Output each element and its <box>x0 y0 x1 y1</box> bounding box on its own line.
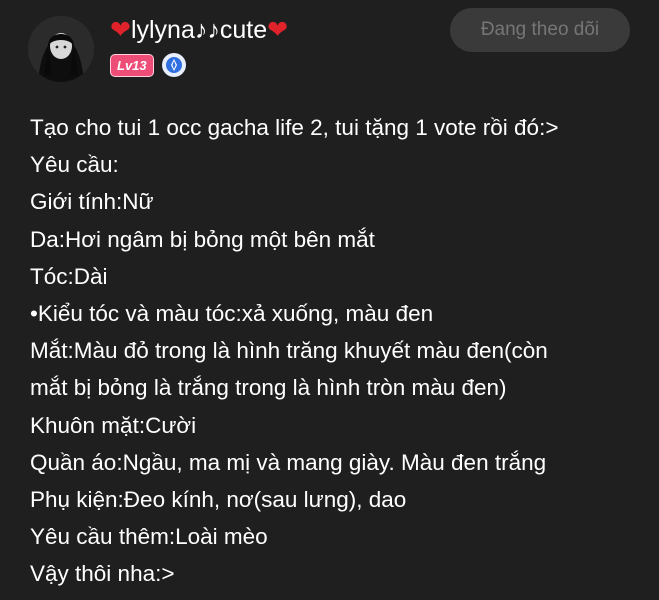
post-line: Yêu cầu thêm:Loài mèo <box>30 524 268 550</box>
username-text: lylyna♪♪cute <box>130 16 268 44</box>
post-line: Yêu cầu: <box>30 152 119 178</box>
post-line: Giới tính:Nữ <box>30 189 154 215</box>
post-line: Vậy thôi nha:> <box>30 561 175 587</box>
level-badge: Lv13 <box>110 53 154 77</box>
post-line: Khuôn mặt:Cười <box>30 412 197 438</box>
following-button[interactable]: Đang theo dõi <box>450 8 630 52</box>
post-body: Tạo cho tui 1 occ gacha life 2, tui tặng… <box>30 109 650 593</box>
heart-icon: ❤ <box>267 16 289 44</box>
post-line: •Kiểu tóc và màu tóc:xả xuống, màu đen <box>30 301 434 327</box>
verified-badge-icon <box>161 53 186 77</box>
post-line: mắt bị bỏng là trắng trong là hình tròn … <box>30 375 507 401</box>
post-line: Tạo cho tui 1 occ gacha life 2, tui tặng… <box>30 115 559 140</box>
avatar[interactable] <box>28 16 94 82</box>
post-line: Quần áo:Ngầu, ma mị và mang giày. Màu đe… <box>30 449 547 475</box>
post-container: ❤lylyna♪♪cute❤ Lv13 Đang theo dõi Tạo ch… <box>0 0 659 600</box>
post-line: Mắt:Màu đỏ trong là hình trăng khuyết mà… <box>30 338 548 364</box>
post-line: Phụ kiện:Đeo kính, nơ(sau lưng), dao <box>30 487 407 513</box>
avatar-image <box>28 16 94 82</box>
badge-row: Lv13 <box>110 53 186 77</box>
post-line: Tóc:Dài <box>30 263 108 289</box>
post-line: Da:Hơi ngâm bị bỏng một bên mắt <box>30 226 375 252</box>
heart-icon: ❤ <box>110 16 131 44</box>
username[interactable]: ❤lylyna♪♪cute❤ <box>110 14 288 46</box>
